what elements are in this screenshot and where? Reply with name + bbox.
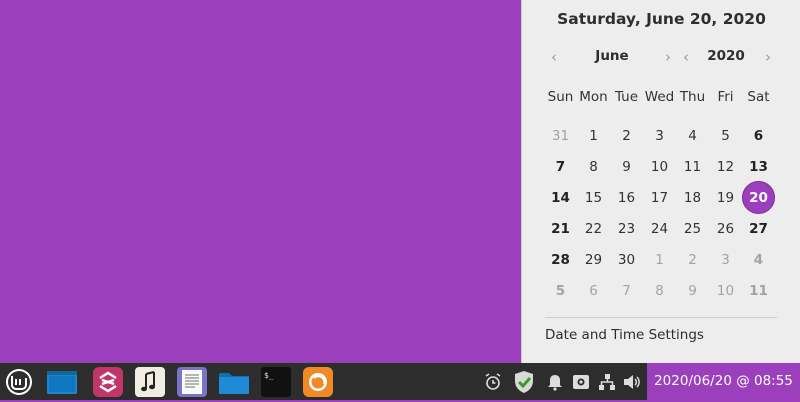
- calendar-day[interactable]: 9: [676, 280, 709, 302]
- calendar-day[interactable]: 8: [577, 156, 610, 178]
- date-time-settings-link[interactable]: Date and Time Settings: [545, 327, 704, 343]
- calendar-day[interactable]: 19: [709, 187, 742, 209]
- music-player-icon[interactable]: [134, 366, 166, 398]
- calendar-day[interactable]: 12: [709, 156, 742, 178]
- calendar-day[interactable]: 10: [643, 156, 676, 178]
- calendar-day[interactable]: 13: [742, 156, 775, 178]
- svg-text:$_: $_: [264, 371, 274, 380]
- calendar-day[interactable]: 24: [643, 218, 676, 240]
- update-manager-icon[interactable]: [92, 366, 124, 398]
- weekday-header: Thu: [679, 89, 706, 105]
- calendar-day[interactable]: 3: [709, 249, 742, 271]
- text-editor-icon[interactable]: [176, 366, 208, 398]
- calendar-full-date: Saturday, June 20, 2020: [557, 10, 766, 28]
- calendar-day-selected[interactable]: 20: [742, 181, 775, 214]
- calendar-day[interactable]: 6: [742, 125, 775, 147]
- calendar-day[interactable]: 17: [643, 187, 676, 209]
- calendar-day[interactable]: 6: [577, 280, 610, 302]
- calendar-day[interactable]: 26: [709, 218, 742, 240]
- weekday-header: Fri: [717, 89, 734, 105]
- month-label: June: [595, 48, 629, 64]
- calendar-day[interactable]: 5: [544, 280, 577, 302]
- calendar-day[interactable]: 16: [610, 187, 643, 209]
- calendar-day[interactable]: 21: [544, 218, 577, 240]
- terminal-icon[interactable]: $_: [260, 366, 292, 398]
- panel-clock[interactable]: 2020/06/20 @ 08:55: [647, 363, 800, 400]
- calendar-day[interactable]: 2: [676, 249, 709, 271]
- calendar-day[interactable]: 15: [577, 187, 610, 209]
- calendar-day[interactable]: 4: [676, 125, 709, 147]
- calendar-day[interactable]: 7: [544, 156, 577, 178]
- calendar-day[interactable]: 1: [643, 249, 676, 271]
- show-desktop-icon[interactable]: [46, 366, 78, 398]
- calendar-day[interactable]: 11: [742, 280, 775, 302]
- calendar-day[interactable]: 10: [709, 280, 742, 302]
- calendar-day[interactable]: 27: [742, 218, 775, 240]
- calendar-divider: [545, 317, 777, 318]
- alarm-clock-icon[interactable]: [483, 372, 503, 392]
- calendar-popup: Saturday, June 20, 2020 ‹ June › ‹ 2020 …: [521, 0, 800, 363]
- next-year-icon[interactable]: ›: [761, 48, 775, 66]
- files-icon[interactable]: [218, 366, 250, 398]
- taskbar-panel: $_ 2020/06/20 @ 08:55: [0, 363, 800, 400]
- calendar-day[interactable]: 11: [676, 156, 709, 178]
- calendar-day[interactable]: 18: [676, 187, 709, 209]
- weekday-header: Tue: [614, 89, 639, 105]
- calendar-day[interactable]: 1: [577, 125, 610, 147]
- calendar-day[interactable]: 30: [610, 249, 643, 271]
- calendar-day[interactable]: 31: [544, 125, 577, 147]
- calendar-day[interactable]: 2: [610, 125, 643, 147]
- weekday-header: Sat: [747, 89, 770, 105]
- prev-month-icon[interactable]: ‹: [547, 48, 561, 66]
- keyboard-layout-icon[interactable]: [571, 372, 591, 392]
- firefox-icon[interactable]: [302, 366, 334, 398]
- calendar-day[interactable]: 14: [544, 187, 577, 209]
- calendar-day[interactable]: 7: [610, 280, 643, 302]
- calendar-day[interactable]: 22: [577, 218, 610, 240]
- calendar-day[interactable]: 5: [709, 125, 742, 147]
- weekday-header: Mon: [579, 89, 608, 105]
- weekday-header: Sun: [547, 89, 574, 105]
- notification-bell-icon[interactable]: [545, 372, 565, 392]
- calendar-day[interactable]: 28: [544, 249, 577, 271]
- mint-menu-icon[interactable]: [3, 366, 35, 398]
- calendar-day[interactable]: 8: [643, 280, 676, 302]
- year-label: 2020: [707, 48, 745, 64]
- shield-check-icon[interactable]: [512, 370, 536, 394]
- calendar-day[interactable]: 3: [643, 125, 676, 147]
- next-month-icon[interactable]: ›: [661, 48, 675, 66]
- calendar-day[interactable]: 29: [577, 249, 610, 271]
- prev-year-icon[interactable]: ‹: [679, 48, 693, 66]
- calendar-day[interactable]: 9: [610, 156, 643, 178]
- calendar-day[interactable]: 4: [742, 249, 775, 271]
- calendar-day[interactable]: 23: [610, 218, 643, 240]
- volume-icon[interactable]: [622, 372, 642, 392]
- weekday-header: Wed: [644, 89, 675, 105]
- calendar-day[interactable]: 25: [676, 218, 709, 240]
- network-icon[interactable]: [597, 372, 617, 392]
